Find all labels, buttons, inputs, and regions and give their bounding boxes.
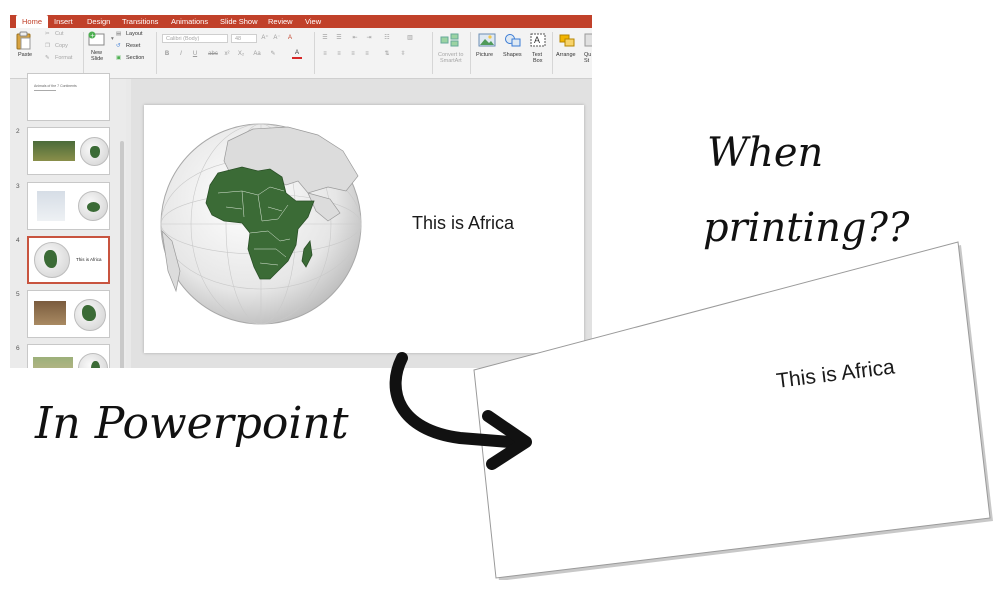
polar-bear-photo [37, 191, 65, 221]
smartart-icon [440, 33, 459, 47]
underline-button[interactable]: U [190, 50, 200, 59]
shapes-label: Shapes [503, 52, 522, 58]
caption-printing: printing?? [703, 205, 910, 251]
slide-thumbnail-pane: Animals of the 7 Continents 2 3 4 This i… [10, 73, 126, 368]
text-box-label-2: Box [533, 58, 543, 64]
cut-icon: ✂ [45, 31, 50, 37]
quick-styles-icon [584, 33, 592, 47]
africa-globe-image[interactable] [158, 121, 364, 327]
copy-button[interactable]: Copy [55, 43, 68, 49]
decrease-indent-button[interactable]: ⇤ [350, 34, 360, 43]
slide-number: 3 [16, 183, 20, 190]
highlight-button[interactable]: ✎ [268, 50, 278, 59]
shrink-font-button[interactable]: A⁻ [272, 34, 282, 43]
convert-smartart-label-2: SmartArt [440, 58, 462, 64]
copy-icon: ❐ [45, 43, 50, 49]
slide-thumbnail-1[interactable]: Animals of the 7 Continents [27, 73, 110, 121]
slide-number: 6 [16, 345, 20, 352]
slide-number: 5 [16, 291, 20, 298]
format-painter-icon: ✎ [45, 55, 50, 61]
globe-icon [78, 353, 108, 368]
text-direction-button[interactable]: ⇅ [382, 50, 392, 59]
globe-icon [78, 191, 108, 221]
increase-indent-button[interactable]: ⇥ [364, 34, 374, 43]
giraffe-photo [33, 141, 75, 161]
font-size-select[interactable]: 48 [231, 34, 257, 43]
reset-button[interactable]: Reset [126, 43, 140, 49]
svg-text:A: A [534, 35, 540, 45]
font-name-select[interactable]: Calibri (Body) [162, 34, 228, 43]
tab-view[interactable]: View [305, 15, 321, 28]
picture-icon [478, 33, 496, 47]
subscript-button[interactable]: X₂ [236, 50, 246, 59]
align-center-button[interactable]: ≡ [334, 50, 344, 59]
slide-thumbnail-6[interactable] [27, 344, 110, 368]
printed-page [473, 241, 993, 580]
svg-text:+: + [90, 33, 95, 40]
new-slide-dropdown-icon[interactable]: ▾ [111, 36, 114, 42]
tab-review[interactable]: Review [268, 15, 293, 28]
tab-home[interactable]: Home [16, 15, 49, 28]
globe-icon [74, 299, 106, 331]
slide-thumbnail-2[interactable] [27, 127, 110, 175]
tab-slide-show[interactable]: Slide Show [220, 15, 258, 28]
globe-icon [80, 137, 109, 166]
strikethrough-button[interactable]: abc [206, 50, 220, 59]
font-color-button[interactable]: A [292, 50, 302, 59]
slide-text-box[interactable]: This is Africa [412, 213, 514, 234]
clipboard-icon [16, 31, 31, 50]
italic-button[interactable]: I [176, 50, 186, 59]
format-painter-button[interactable]: Format [55, 55, 72, 61]
ribbon-tabs: Home Insert Design Transitions Animation… [10, 15, 592, 28]
quick-styles-label-2: St [584, 58, 590, 64]
thumbnail-scrollbar[interactable] [120, 141, 124, 368]
line-spacing-button[interactable]: ☷ [382, 34, 392, 43]
tab-transitions[interactable]: Transitions [122, 15, 158, 28]
ribbon: Paste ✂ Cut ❐ Copy ✎ Format + New Slide … [10, 28, 592, 79]
numbering-button[interactable]: ☰ [334, 34, 344, 43]
section-button[interactable]: Section [126, 55, 144, 61]
slide-thumbnail-4[interactable]: This is Africa [27, 236, 110, 284]
align-text-button[interactable]: ⇳ [398, 50, 408, 59]
paste-label: Paste [18, 52, 33, 58]
arrange-label: Arrange [556, 52, 576, 58]
align-left-button[interactable]: ≡ [320, 50, 330, 59]
layout-button[interactable]: Layout [126, 31, 143, 37]
curved-arrow-icon [389, 352, 532, 470]
slide-thumbnail-5[interactable] [27, 290, 110, 338]
new-slide-label-2: Slide [91, 56, 104, 62]
picture-label: Picture [476, 52, 494, 58]
slide-4-text: This is Africa [76, 257, 102, 262]
columns-button[interactable]: ▥ [405, 34, 415, 43]
arrange-icon [559, 34, 575, 47]
reset-icon: ↺ [116, 43, 121, 49]
clear-formatting-button[interactable]: A [285, 34, 295, 43]
caption-in-powerpoint: In Powerpoint [35, 398, 349, 449]
llama-photo [33, 357, 73, 368]
slide-number: 2 [16, 128, 20, 135]
shapes-icon [505, 34, 521, 47]
section-icon: ▣ [116, 55, 122, 61]
slide-1-title: Animals of the 7 Continents [34, 84, 77, 88]
text-box-icon: A [530, 33, 546, 47]
tab-design[interactable]: Design [87, 15, 110, 28]
layout-icon: ▤ [116, 31, 122, 37]
bullets-button[interactable]: ☰ [320, 34, 330, 43]
slide-number: 4 [16, 237, 20, 244]
align-right-button[interactable]: ≡ [348, 50, 358, 59]
globe-icon [34, 242, 70, 278]
tab-insert[interactable]: Insert [54, 15, 73, 28]
bold-button[interactable]: B [162, 50, 172, 59]
tab-animations[interactable]: Animations [171, 15, 208, 28]
bear-photo [34, 301, 66, 325]
justify-button[interactable]: ≡ [362, 50, 372, 59]
new-slide-icon: + [88, 31, 105, 46]
cut-button[interactable]: Cut [55, 31, 64, 37]
grow-font-button[interactable]: A⁺ [260, 34, 270, 43]
slide-thumbnail-3[interactable] [27, 182, 110, 230]
superscript-button[interactable]: x² [222, 50, 232, 59]
caption-when: When [707, 130, 824, 176]
change-case-button[interactable]: Aa [252, 50, 262, 59]
